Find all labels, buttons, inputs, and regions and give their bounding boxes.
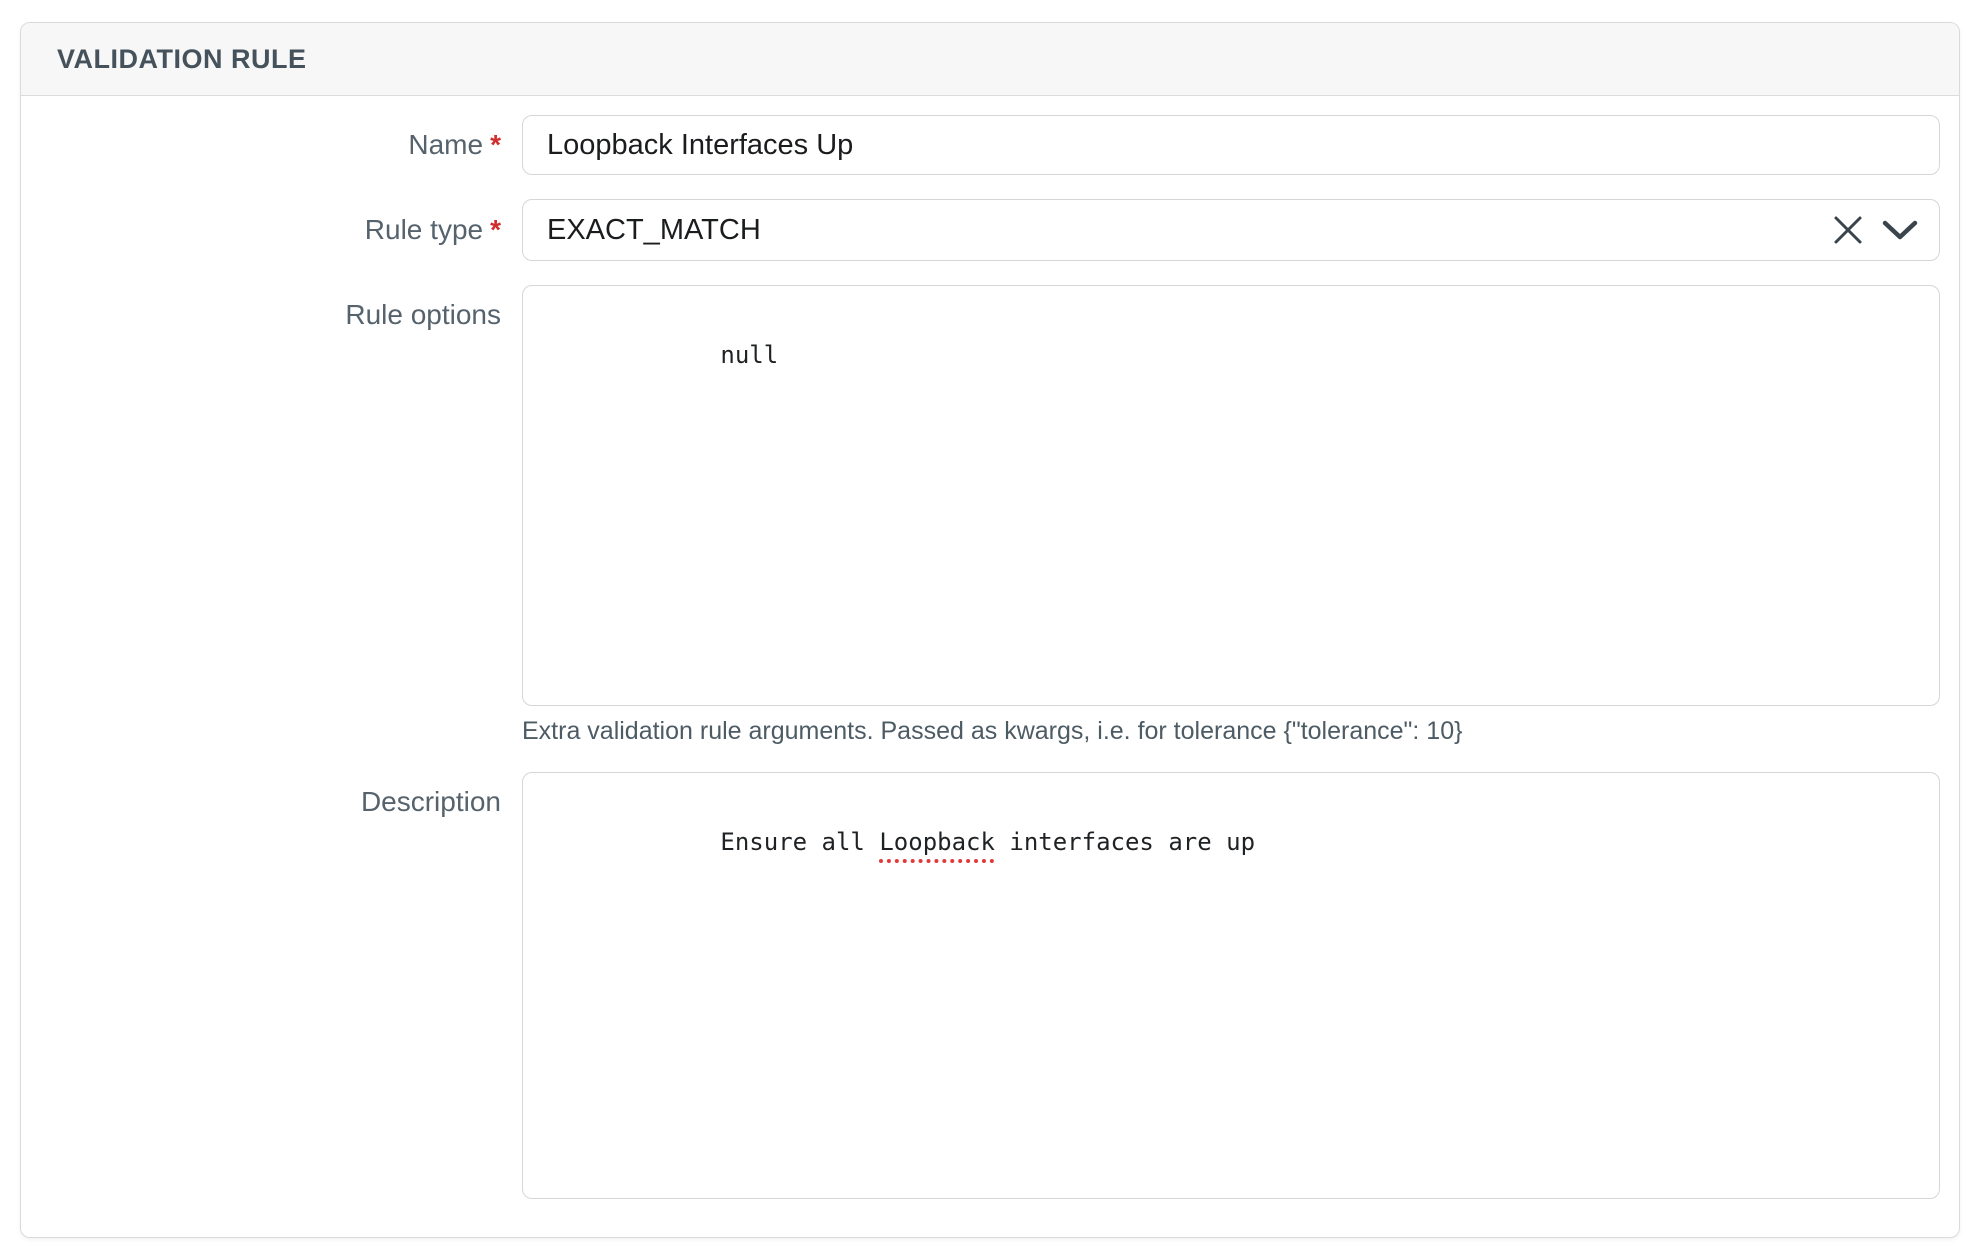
name-label: Name* — [21, 128, 501, 162]
panel-header: VALIDATION RULE — [21, 23, 1959, 96]
description-textarea[interactable]: Ensure all Loopback interfaces are up — [522, 772, 1940, 1199]
field-row-rule-type: Rule type* EXACT_MATCH — [21, 199, 1940, 261]
rule-options-label: Rule options — [21, 285, 501, 772]
field-row-name: Name* — [21, 115, 1940, 175]
required-marker: * — [490, 214, 501, 245]
rule-options-textarea[interactable]: null — [522, 285, 1940, 706]
rule-type-selected-value: EXACT_MATCH — [547, 214, 1829, 247]
rule-type-label: Rule type* — [21, 213, 501, 247]
chevron-down-icon[interactable] — [1881, 211, 1919, 249]
resize-handle-icon[interactable] — [1908, 674, 1936, 702]
description-text-after: interfaces are up — [995, 828, 1255, 856]
resize-handle-icon[interactable] — [1908, 1167, 1936, 1195]
validation-rule-panel: VALIDATION RULE Name* Rule type* EXACT_M… — [20, 22, 1960, 1238]
rule-options-help-text: Extra validation rule arguments. Passed … — [522, 717, 1940, 746]
name-input[interactable] — [522, 115, 1940, 175]
description-text-before: Ensure all — [720, 828, 879, 856]
panel-body: Name* Rule type* EXACT_MATCH — [21, 96, 1959, 1237]
rule-options-value: null — [720, 341, 778, 369]
field-row-rule-options: Rule options null Extra — [21, 285, 1940, 772]
clear-selection-x-icon[interactable] — [1829, 211, 1867, 249]
panel-title: VALIDATION RULE — [57, 44, 307, 75]
description-label: Description — [21, 772, 501, 1199]
required-marker: * — [490, 129, 501, 160]
rule-type-select[interactable]: EXACT_MATCH — [522, 199, 1940, 261]
description-misspelled-word: Loopback — [879, 828, 995, 856]
page: VALIDATION RULE Name* Rule type* EXACT_M… — [0, 0, 1982, 1258]
field-row-description: Description Ensure all Loopback interfac… — [21, 772, 1940, 1199]
